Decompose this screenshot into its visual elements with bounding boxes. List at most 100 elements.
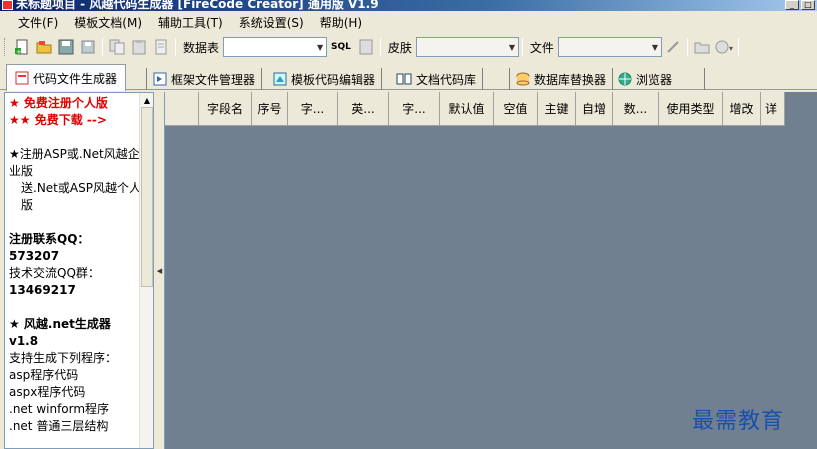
tab-label: 框架文件管理器 bbox=[171, 72, 256, 87]
menu-settings[interactable]: 系统设置(S) bbox=[239, 14, 304, 31]
tab-label: 模板代码编辑器 bbox=[291, 72, 376, 87]
save-as-icon[interactable] bbox=[79, 38, 97, 56]
framework-file-icon bbox=[153, 72, 167, 86]
left-info-panel[interactable]: ★ 免费注册个人版 ★★ 免费下载 --> ★注册ASP或.Net风越企业版 送… bbox=[4, 92, 154, 449]
open-folder-icon[interactable] bbox=[35, 38, 53, 56]
toolbar-grip[interactable] bbox=[4, 38, 7, 56]
tab-browser[interactable]: 浏览器 bbox=[612, 68, 706, 90]
column-header[interactable]: 自增 bbox=[576, 92, 613, 126]
support-item: asp程序代码 bbox=[9, 368, 79, 382]
folder-icon[interactable] bbox=[693, 38, 711, 56]
column-header[interactable]: 空值 bbox=[494, 92, 538, 126]
toolbar-separator bbox=[175, 38, 176, 56]
file-label: 文件 bbox=[529, 40, 554, 55]
register-offer-text: ★注册ASP或.Net风越企业版 bbox=[9, 147, 140, 178]
new-file-icon[interactable]: + bbox=[13, 38, 31, 56]
column-header[interactable]: 序号 bbox=[252, 92, 288, 126]
paste-icon[interactable] bbox=[130, 38, 148, 56]
grid-header: 字段名 序号 字... 英... 字... 默认值 空值 主键 自增 数... … bbox=[165, 92, 785, 126]
tab-template-code-editor[interactable]: 模板代码编辑器 bbox=[267, 68, 383, 90]
tab-framework-file-manager[interactable]: 框架文件管理器 bbox=[146, 68, 263, 90]
skin-label: 皮肤 bbox=[387, 40, 412, 55]
file-select[interactable]: ▼ bbox=[557, 37, 662, 57]
bonus-offer-text: 送.Net或ASP风越个人版 bbox=[21, 181, 141, 212]
title-bar[interactable]: 未标题项目 - 风越代码生成器 [FireCode Creator] 通用版 V… bbox=[0, 0, 817, 11]
app-icon bbox=[2, 0, 13, 10]
support-item: aspx程序代码 bbox=[9, 385, 86, 399]
chevron-down-icon[interactable]: ▼ bbox=[314, 38, 326, 56]
scroll-up-arrow-icon[interactable]: ▲ bbox=[140, 93, 153, 107]
code-file-icon bbox=[15, 71, 29, 85]
column-header[interactable]: 数... bbox=[613, 92, 659, 126]
column-header[interactable]: 默认值 bbox=[440, 92, 494, 126]
minimize-button[interactable]: _ bbox=[785, 0, 799, 10]
toolbar-separator bbox=[737, 38, 739, 56]
tab-code-file-generator[interactable]: 代码文件生成器 bbox=[6, 64, 127, 91]
product-title: ★ 风越.net生成器 bbox=[9, 317, 111, 331]
menu-bar: 文件(F) 模板文档(M) 辅助工具(T) 系统设置(S) 帮助(H) bbox=[0, 11, 817, 34]
column-header[interactable]: 字... bbox=[288, 92, 338, 126]
tab-label: 文档代码库 bbox=[416, 72, 477, 87]
toolbar: + 数据表 ▼ SQL 皮肤 ▼ 文件 ▼ ▾ bbox=[0, 34, 817, 60]
column-header[interactable]: 增改 bbox=[723, 92, 761, 126]
database-icon bbox=[516, 72, 530, 86]
save-icon[interactable] bbox=[57, 38, 75, 56]
menu-file[interactable]: 文件(F) bbox=[18, 14, 58, 31]
toolbar-separator bbox=[686, 38, 688, 56]
column-header[interactable]: 使用类型 bbox=[659, 92, 723, 126]
support-item: .net winform程序 bbox=[9, 402, 110, 416]
column-header[interactable]: 详 bbox=[761, 92, 785, 126]
field-grid[interactable]: 字段名 序号 字... 英... 字... 默认值 空值 主键 自增 数... … bbox=[164, 92, 817, 449]
column-header[interactable]: 英... bbox=[338, 92, 389, 126]
svg-text:+: + bbox=[16, 48, 22, 55]
free-download-link[interactable]: ★★ 免费下载 --> bbox=[9, 112, 149, 129]
globe-icon bbox=[618, 72, 632, 86]
copy-icon[interactable] bbox=[108, 38, 126, 56]
tab-database-replacer[interactable]: 数据库替换器 bbox=[509, 68, 614, 90]
info-text: ★ 免费注册个人版 ★★ 免费下载 --> ★注册ASP或.Net风越企业版 送… bbox=[5, 93, 153, 437]
window-title: 未标题项目 - 风越代码生成器 [FireCode Creator] 通用版 V… bbox=[16, 0, 379, 11]
vertical-scrollbar[interactable]: ▲ bbox=[139, 93, 153, 448]
tab-document-code-library[interactable]: 文档代码库 bbox=[390, 68, 484, 90]
contact-qq-label: 注册联系QQ： bbox=[9, 232, 90, 246]
toolbar-separator bbox=[521, 38, 523, 56]
svg-text:▾: ▾ bbox=[729, 44, 733, 53]
row-header-corner bbox=[165, 92, 199, 126]
menu-help[interactable]: 帮助(H) bbox=[320, 14, 362, 31]
contact-qq-value: 573207 bbox=[9, 249, 60, 263]
scroll-thumb[interactable] bbox=[141, 107, 153, 287]
edit-icon[interactable] bbox=[664, 38, 682, 56]
skin-select[interactable]: ▼ bbox=[415, 37, 519, 57]
template-editor-icon bbox=[273, 72, 287, 86]
product-version: v1.8 bbox=[9, 334, 39, 348]
window-controls: _ □ bbox=[785, 0, 815, 10]
tab-bar: 代码文件生成器 框架文件管理器 模板代码编辑器 文档代码库 数据库替换器 浏览器 bbox=[0, 60, 817, 91]
toolbar-separator bbox=[379, 38, 381, 56]
table-select[interactable]: ▼ bbox=[223, 37, 328, 57]
panel-splitter[interactable]: ◀ bbox=[155, 92, 164, 449]
maximize-button[interactable]: □ bbox=[801, 0, 815, 10]
qq-group-label: 技术交流QQ群： bbox=[9, 266, 100, 280]
book-icon bbox=[396, 73, 412, 85]
collapse-arrow-icon[interactable]: ◀ bbox=[157, 267, 162, 275]
tab-label: 代码文件生成器 bbox=[33, 71, 118, 86]
table-label: 数据表 bbox=[183, 40, 220, 55]
chevron-down-icon[interactable]: ▼ bbox=[506, 38, 518, 56]
tab-label: 浏览器 bbox=[636, 72, 673, 87]
watermark-text: 最需教育 bbox=[692, 409, 785, 434]
column-header[interactable]: 主键 bbox=[538, 92, 576, 126]
sql-script-icon[interactable] bbox=[357, 38, 375, 56]
tab-label: 数据库替换器 bbox=[534, 72, 607, 87]
browser-dropdown-icon[interactable]: ▾ bbox=[715, 38, 733, 56]
support-item: .net 普通三层结构 bbox=[9, 419, 109, 433]
toolbar-separator bbox=[102, 38, 103, 56]
column-header[interactable]: 字... bbox=[389, 92, 440, 126]
support-label: 支持生成下列程序： bbox=[9, 351, 118, 365]
document-icon[interactable] bbox=[152, 38, 170, 56]
menu-tools[interactable]: 辅助工具(T) bbox=[158, 14, 223, 31]
sql-button[interactable]: SQL bbox=[331, 42, 351, 52]
free-register-link[interactable]: ★ 免费注册个人版 bbox=[9, 95, 149, 112]
chevron-down-icon[interactable]: ▼ bbox=[649, 38, 661, 56]
menu-template-docs[interactable]: 模板文档(M) bbox=[74, 14, 142, 31]
column-header[interactable]: 字段名 bbox=[199, 92, 252, 126]
